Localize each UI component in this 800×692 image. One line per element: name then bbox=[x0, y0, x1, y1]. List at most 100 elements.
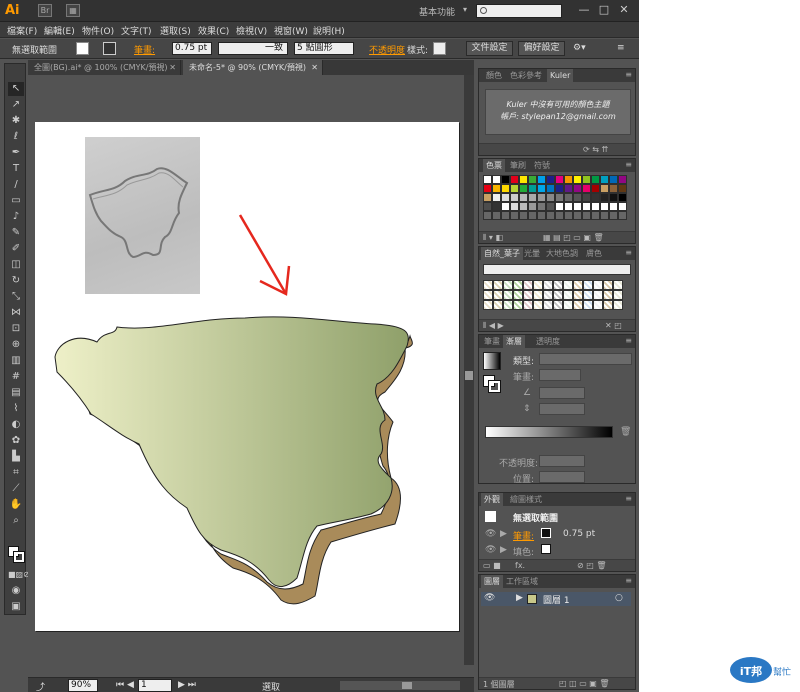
swatch[interactable] bbox=[618, 202, 627, 211]
align-menu-icon[interactable]: ⚙▾ bbox=[573, 43, 586, 53]
appearance-stroke-value[interactable]: 0.75 pt bbox=[563, 529, 595, 539]
swatch[interactable] bbox=[528, 175, 537, 184]
gradient-slider[interactable] bbox=[485, 426, 613, 438]
swatch[interactable] bbox=[573, 175, 582, 184]
opacity-label[interactable]: 不透明度 bbox=[369, 43, 405, 56]
swatch[interactable] bbox=[600, 202, 609, 211]
swatch[interactable] bbox=[555, 211, 564, 220]
stroke-gradient-mode[interactable] bbox=[539, 369, 581, 381]
draw-mode-icon[interactable]: ◉ bbox=[8, 584, 24, 598]
tab-artboards[interactable]: 工作區域 bbox=[503, 575, 541, 588]
swatch[interactable] bbox=[564, 211, 573, 220]
pattern-swatch[interactable] bbox=[483, 290, 493, 300]
swatch[interactable] bbox=[582, 211, 591, 220]
artboard[interactable] bbox=[35, 122, 459, 631]
swatch[interactable] bbox=[510, 175, 519, 184]
tab-gradient[interactable]: 漸層 bbox=[503, 335, 525, 348]
graphic-style-swatch[interactable] bbox=[433, 42, 446, 55]
swatch[interactable] bbox=[573, 211, 582, 220]
swatch[interactable] bbox=[537, 193, 546, 202]
pattern-swatch[interactable] bbox=[603, 290, 613, 300]
pen-tool-icon[interactable]: ✒ bbox=[8, 146, 24, 160]
pattern-swatch[interactable] bbox=[583, 290, 593, 300]
swatch[interactable] bbox=[483, 202, 492, 211]
scale-tool-icon[interactable]: ⤡ bbox=[8, 290, 24, 304]
export-icon[interactable]: ⤴ bbox=[36, 680, 45, 692]
swatch[interactable] bbox=[492, 211, 501, 220]
pattern-swatch[interactable] bbox=[553, 290, 563, 300]
aspect-ratio-field[interactable] bbox=[539, 403, 585, 415]
swatch-grid[interactable] bbox=[483, 175, 627, 220]
visibility-eye-icon[interactable]: 👁 bbox=[485, 529, 496, 539]
bridge-icon[interactable]: Br bbox=[38, 4, 52, 17]
visibility-eye-icon[interactable]: 👁 bbox=[485, 545, 496, 555]
tab-document-1[interactable]: 全圖(BG).ai* @ 100% (CMYK/預視) ✕ bbox=[28, 60, 181, 75]
swatch[interactable] bbox=[501, 211, 510, 220]
swatch[interactable] bbox=[510, 202, 519, 211]
swatch[interactable] bbox=[609, 175, 618, 184]
next-artboard-icon[interactable]: ▶ ⏭ bbox=[178, 680, 196, 690]
fill-swatch[interactable] bbox=[76, 42, 89, 55]
swatch[interactable] bbox=[600, 184, 609, 193]
column-graph-tool-icon[interactable]: ▙ bbox=[8, 450, 24, 464]
pattern-swatch[interactable] bbox=[543, 280, 553, 290]
library-tools-icon[interactable]: ✕ ◰ bbox=[605, 321, 622, 330]
swatch[interactable] bbox=[537, 202, 546, 211]
swatch[interactable] bbox=[546, 211, 555, 220]
swatch[interactable] bbox=[582, 193, 591, 202]
layer-expand-icon[interactable]: ▶ bbox=[516, 593, 523, 603]
swatch[interactable] bbox=[510, 193, 519, 202]
zoom-field[interactable]: 90% bbox=[68, 679, 98, 692]
first-artboard-icon[interactable]: ⏮ ◀ bbox=[116, 680, 134, 690]
lasso-tool-icon[interactable]: ℓ bbox=[8, 130, 24, 144]
swatch[interactable] bbox=[492, 202, 501, 211]
swatch[interactable] bbox=[564, 175, 573, 184]
pattern-swatch[interactable] bbox=[543, 290, 553, 300]
swatch[interactable] bbox=[573, 193, 582, 202]
panel-menu-icon[interactable]: ≡ bbox=[625, 160, 632, 169]
swatch[interactable] bbox=[546, 202, 555, 211]
swatch[interactable] bbox=[519, 211, 528, 220]
preferences-button[interactable]: 偏好設定 bbox=[518, 41, 565, 56]
type-tool-icon[interactable]: T bbox=[8, 162, 24, 176]
pattern-swatch[interactable] bbox=[603, 300, 613, 310]
brush-definition[interactable]: 5 點圓形 bbox=[294, 42, 354, 55]
artboard-number-field[interactable]: 1 bbox=[138, 679, 172, 692]
canvas-area[interactable] bbox=[28, 75, 474, 676]
mesh-tool-icon[interactable]: # bbox=[8, 370, 24, 384]
swatch[interactable] bbox=[591, 193, 600, 202]
pattern-swatch[interactable] bbox=[513, 290, 523, 300]
pattern-swatch[interactable] bbox=[583, 280, 593, 290]
blend-tool-icon[interactable]: ◐ bbox=[8, 418, 24, 432]
swatch-actions-icon[interactable]: ▦ ▤ ◰ ▭ ▣ 🗑 bbox=[543, 233, 604, 242]
swatch[interactable] bbox=[591, 211, 600, 220]
swatch[interactable] bbox=[510, 184, 519, 193]
gradient-stroke-icon[interactable] bbox=[488, 380, 501, 393]
menu-select[interactable]: 選取(S) bbox=[160, 24, 191, 37]
pattern-swatch[interactable] bbox=[533, 290, 543, 300]
control-panel-menu-icon[interactable]: ≡ bbox=[617, 43, 625, 53]
tab-graphic-styles[interactable]: 繪圖樣式 bbox=[507, 493, 545, 506]
pattern-swatch[interactable] bbox=[563, 300, 573, 310]
tab-document-2[interactable]: 未命名-5* @ 90% (CMYK/預視) ✕ bbox=[183, 60, 323, 75]
swatch[interactable] bbox=[609, 193, 618, 202]
swatch[interactable] bbox=[546, 175, 555, 184]
swatch[interactable] bbox=[483, 211, 492, 220]
swatch[interactable] bbox=[609, 184, 618, 193]
pattern-swatch[interactable] bbox=[543, 300, 553, 310]
swatch[interactable] bbox=[483, 175, 492, 184]
swatch[interactable] bbox=[501, 175, 510, 184]
menu-edit[interactable]: 編輯(E) bbox=[44, 24, 75, 37]
stroke-swatch[interactable] bbox=[103, 42, 116, 55]
tab-nature-leaves[interactable]: 自然_葉子 bbox=[481, 247, 523, 260]
gradient-thumbnail[interactable] bbox=[483, 352, 501, 370]
library-search-input[interactable] bbox=[483, 264, 631, 275]
tab-transparency[interactable]: 透明度 bbox=[533, 335, 563, 348]
swatch[interactable] bbox=[501, 193, 510, 202]
swatch[interactable] bbox=[492, 175, 501, 184]
swatch[interactable] bbox=[573, 184, 582, 193]
swatch[interactable] bbox=[564, 193, 573, 202]
pattern-swatch[interactable] bbox=[553, 280, 563, 290]
swatch[interactable] bbox=[618, 193, 627, 202]
swatch[interactable] bbox=[528, 211, 537, 220]
